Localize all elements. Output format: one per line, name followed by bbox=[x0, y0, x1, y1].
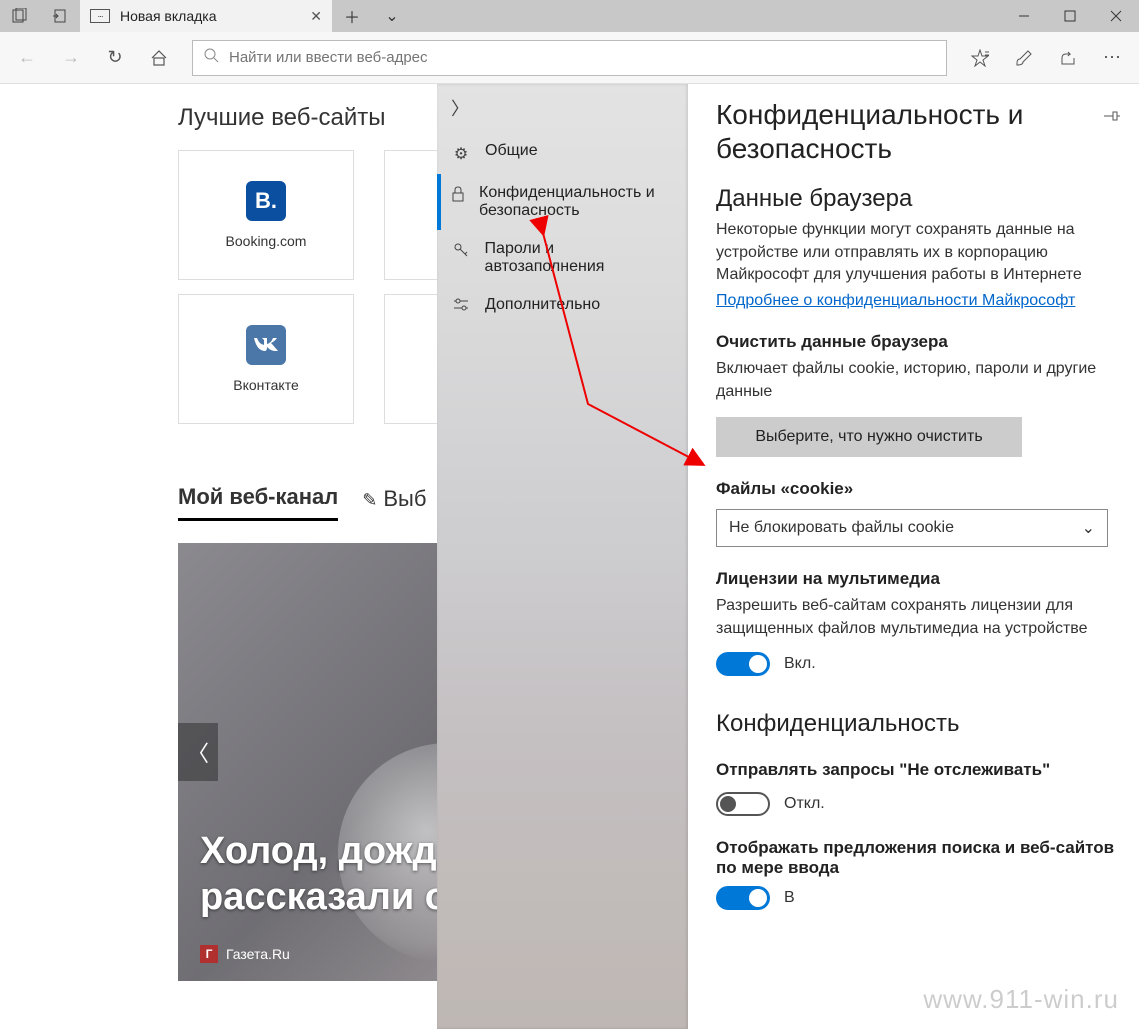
source-name: Газета.Ru bbox=[226, 946, 290, 962]
show-aside-tabs-button[interactable] bbox=[40, 0, 80, 32]
privacy-link[interactable]: Подробнее о конфиденциальности Майкрософ… bbox=[716, 292, 1075, 310]
refresh-button[interactable]: ↻ bbox=[94, 37, 136, 79]
tile-label: Booking.com bbox=[226, 233, 307, 249]
nav-item-general[interactable]: ⚙ Общие bbox=[437, 132, 688, 174]
media-toggle[interactable] bbox=[716, 652, 770, 676]
tile-logo bbox=[246, 325, 286, 365]
tile-logo: B. bbox=[246, 181, 286, 221]
privacy-heading: Конфиденциальность bbox=[716, 710, 1121, 738]
nav-item-privacy[interactable]: Конфиденциальность и безопасность bbox=[437, 174, 688, 230]
back-button[interactable]: ← bbox=[6, 37, 48, 79]
set-aside-tabs-button[interactable] bbox=[0, 0, 40, 32]
nav-item-advanced[interactable]: Дополнительно bbox=[437, 286, 688, 327]
suggestions-toggle-label: В bbox=[784, 889, 795, 907]
cookies-select[interactable]: Не блокировать файлы cookie ⌄ bbox=[716, 509, 1108, 547]
settings-back-button[interactable]: 〉 bbox=[437, 84, 688, 132]
feed-tab-choose[interactable]: ✎Выб bbox=[362, 486, 426, 520]
browser-data-heading: Данные браузера bbox=[716, 185, 1121, 213]
media-desc: Разрешить веб-сайтам сохранять лицензии … bbox=[716, 595, 1121, 640]
address-bar[interactable] bbox=[192, 40, 947, 76]
hero-source: Г Газета.Ru bbox=[200, 945, 290, 963]
settings-panel: Конфиденциальность и безопасность Данные… bbox=[688, 84, 1139, 1029]
toolbar: ← → ↻ ⋯ bbox=[0, 32, 1139, 84]
topsite-tile[interactable]: Вконтакте bbox=[178, 294, 354, 424]
search-icon bbox=[203, 47, 219, 68]
topsite-tile[interactable]: B. Booking.com bbox=[178, 150, 354, 280]
dnt-toggle-label: Откл. bbox=[784, 795, 825, 813]
pin-button[interactable] bbox=[1103, 108, 1121, 129]
browser-tab[interactable]: ··· Новая вкладка ✕ bbox=[80, 0, 332, 32]
tile-label: Вконтакте bbox=[233, 377, 299, 393]
close-window-button[interactable] bbox=[1093, 0, 1139, 32]
clear-data-heading: Очистить данные браузера bbox=[716, 332, 1121, 352]
choose-clear-button[interactable]: Выберите, что нужно очистить bbox=[716, 417, 1022, 457]
media-heading: Лицензии на мультимедиа bbox=[716, 569, 1121, 589]
feed-tab-myfeed[interactable]: Мой веб-канал bbox=[178, 484, 338, 521]
select-value: Не блокировать файлы cookie bbox=[729, 519, 954, 537]
clear-data-desc: Включает файлы cookie, историю, пароли и… bbox=[716, 358, 1121, 403]
dnt-toggle[interactable] bbox=[716, 792, 770, 816]
titlebar-left bbox=[0, 0, 80, 32]
nav-item-passwords[interactable]: Пароли и автозаполнения bbox=[437, 230, 688, 286]
forward-button[interactable]: → bbox=[50, 37, 92, 79]
watermark: www.911-win.ru bbox=[923, 984, 1119, 1015]
titlebar: ··· Новая вкладка ✕ ＋ ⌄ bbox=[0, 0, 1139, 32]
lock-icon bbox=[451, 186, 465, 207]
address-input[interactable] bbox=[229, 49, 936, 66]
panel-title: Конфиденциальность и безопасность bbox=[716, 98, 1093, 165]
tab-actions: ＋ ⌄ bbox=[332, 0, 412, 32]
suggestions-toggle[interactable] bbox=[716, 886, 770, 910]
notes-button[interactable] bbox=[1003, 37, 1045, 79]
settings-nav: 〉 ⚙ Общие Конфиденциальность и безопасно… bbox=[437, 84, 688, 1029]
close-tab-button[interactable]: ✕ bbox=[310, 8, 322, 25]
hero-prev-button[interactable]: 〈 bbox=[178, 723, 218, 781]
pencil-icon: ✎ bbox=[362, 490, 377, 510]
cookies-heading: Файлы «cookie» bbox=[716, 479, 1121, 499]
maximize-button[interactable] bbox=[1047, 0, 1093, 32]
favorites-button[interactable] bbox=[959, 37, 1001, 79]
source-badge: Г bbox=[200, 945, 218, 963]
more-button[interactable]: ⋯ bbox=[1091, 37, 1133, 79]
content-area: Лучшие веб-сайты B. Booking.com Вконтакт… bbox=[0, 84, 1139, 1029]
nav-label: Пароли и автозаполнения bbox=[485, 240, 674, 276]
media-toggle-label: Вкл. bbox=[784, 655, 816, 673]
chevron-down-icon: ⌄ bbox=[1082, 518, 1095, 538]
page-icon: ··· bbox=[90, 9, 110, 23]
share-button[interactable] bbox=[1047, 37, 1089, 79]
suggestions-heading: Отображать предложения поиска и веб-сайт… bbox=[716, 838, 1121, 878]
home-button[interactable] bbox=[138, 37, 180, 79]
titlebar-drag-area bbox=[412, 0, 1001, 32]
nav-label: Конфиденциальность и безопасность bbox=[479, 184, 674, 220]
nav-label: Общие bbox=[485, 142, 538, 160]
key-icon bbox=[451, 242, 471, 263]
tab-title: Новая вкладка bbox=[120, 8, 300, 24]
tab-menu-button[interactable]: ⌄ bbox=[372, 0, 412, 32]
browser-data-desc: Некоторые функции могут сохранять данные… bbox=[716, 219, 1121, 286]
gear-icon: ⚙ bbox=[451, 144, 471, 164]
minimize-button[interactable] bbox=[1001, 0, 1047, 32]
sliders-icon bbox=[451, 298, 471, 317]
dnt-heading: Отправлять запросы "Не отслеживать" bbox=[716, 760, 1121, 780]
nav-label: Дополнительно bbox=[485, 296, 600, 314]
new-tab-button[interactable]: ＋ bbox=[332, 0, 372, 32]
